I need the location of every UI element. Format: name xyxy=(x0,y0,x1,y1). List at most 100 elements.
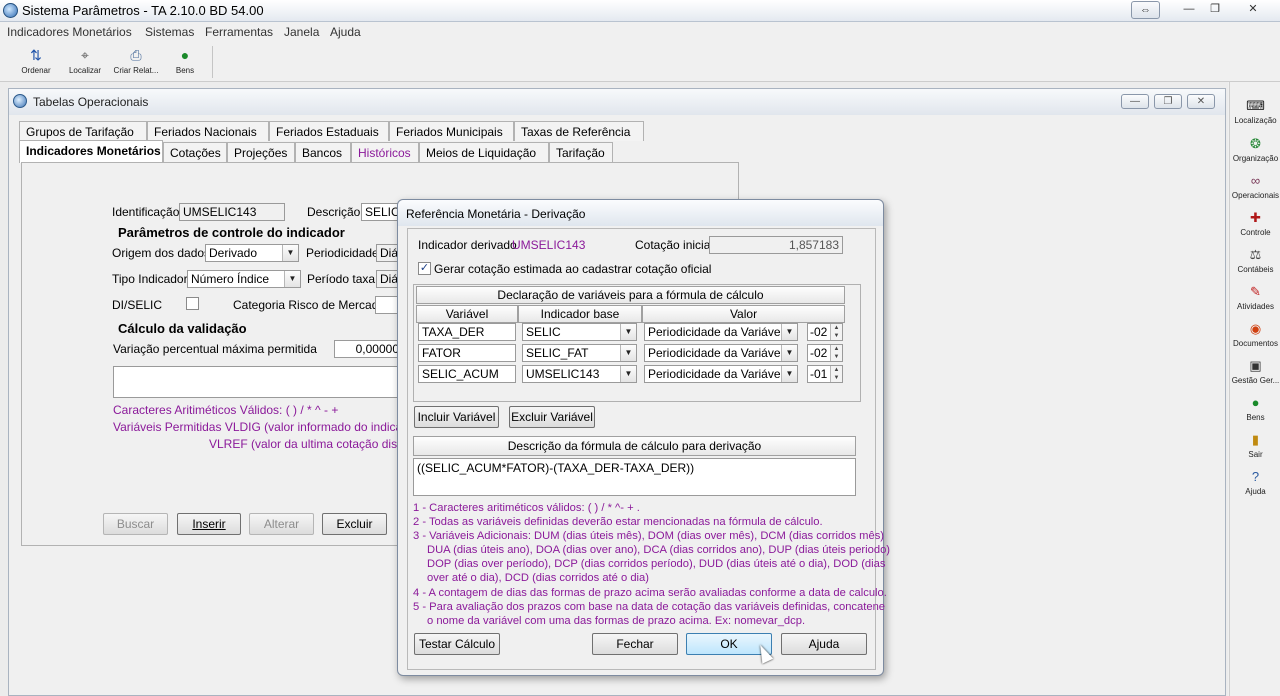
gerar-cotacao-checkbox[interactable]: ✓ xyxy=(418,262,431,275)
spinner-arrows-icon[interactable]: ▲ ▼ xyxy=(830,345,842,361)
chevron-down-icon[interactable]: ▼ xyxy=(284,271,300,287)
ajuda-button[interactable]: Ajuda xyxy=(781,633,867,655)
row2-spinner[interactable]: -02 ▲ ▼ xyxy=(807,344,843,362)
tab-historicos[interactable]: Históricos xyxy=(351,142,419,162)
variacao-field[interactable]: 0,00000 xyxy=(334,340,402,358)
note-line: 3 - Variáveis Adicionais: DUM (dias útei… xyxy=(413,530,885,542)
tab-tarifacao[interactable]: Tarifação xyxy=(549,142,613,162)
sidebar-item-ajuda[interactable]: ? Ajuda xyxy=(1230,469,1280,496)
row1-valor-select[interactable]: Periodicidade da Variável ▼ xyxy=(644,323,798,341)
chevron-down-icon[interactable]: ▼ xyxy=(620,366,636,382)
row2-indicador-select[interactable]: SELIC_FAT ▼ xyxy=(522,344,637,362)
testar-calculo-button[interactable]: Testar Cálculo xyxy=(414,633,500,655)
alterar-button[interactable]: Alterar xyxy=(249,513,314,535)
tipo-label: Tipo Indicador xyxy=(112,272,188,286)
spinner-arrows-icon[interactable]: ▲ ▼ xyxy=(830,366,842,382)
excluir-variavel-button[interactable]: Excluir Variável xyxy=(509,406,595,428)
window-icon xyxy=(13,94,27,108)
tab-feriados-estaduais[interactable]: Feriados Estaduais xyxy=(269,121,389,141)
chevron-down-icon[interactable]: ▼ xyxy=(781,366,797,382)
fechar-button[interactable]: Fechar xyxy=(592,633,678,655)
close-button[interactable]: ✕ xyxy=(1242,1,1264,19)
sidebar-item-controle[interactable]: ✚ Controle xyxy=(1230,210,1280,237)
tab-indicadores-monetarios[interactable]: Indicadores Monetários xyxy=(19,140,163,163)
restore-size-button[interactable]: ⇔ xyxy=(1131,1,1160,19)
tab-feriados-nacionais[interactable]: Feriados Nacionais xyxy=(147,121,269,141)
sidebar-item-sair[interactable]: ▮ Sair xyxy=(1230,432,1280,459)
tab-cotacoes[interactable]: Cotações xyxy=(163,142,227,162)
chevron-down-icon[interactable]: ▼ xyxy=(620,345,636,361)
row3-spinner[interactable]: -01 ▲ ▼ xyxy=(807,365,843,383)
origem-select[interactable]: Derivado ▼ xyxy=(205,244,299,262)
inserir-button[interactable]: Inserir xyxy=(177,513,241,535)
formula-textarea[interactable]: ((SELIC_ACUM*FATOR)-(TAXA_DER-TAXA_DER)) xyxy=(413,458,856,496)
row3-indicador-select[interactable]: UMSELIC143 ▼ xyxy=(522,365,637,383)
sidebar-item-bens[interactable]: ● Bens xyxy=(1230,395,1280,422)
menu-ajuda[interactable]: Ajuda xyxy=(330,25,361,39)
row2-variavel[interactable]: FATOR xyxy=(418,344,516,362)
window-title: Sistema Parâmetros - TA 2.10.0 BD 54.00 xyxy=(22,3,264,18)
tipo-select[interactable]: Número Índice ▼ xyxy=(187,270,301,288)
col-valor: Valor xyxy=(642,305,845,323)
toolbar-label: Criar Relat... xyxy=(113,66,159,75)
minimize-button[interactable]: — xyxy=(1178,1,1200,19)
incluir-variavel-button[interactable]: Incluir Variável xyxy=(414,406,499,428)
row3-valor-select[interactable]: Periodicidade da Variável ▼ xyxy=(644,365,798,383)
desc-field[interactable]: SELIC xyxy=(361,203,401,221)
ident-field[interactable]: UMSELIC143 xyxy=(179,203,285,221)
toolbar-criar-relat-button[interactable]: ⎙ Criar Relat... xyxy=(112,47,160,75)
row2-valor-select[interactable]: Periodicidade da Variável ▼ xyxy=(644,344,798,362)
sidebar-item-contabeis[interactable]: ⚖ Contábeis xyxy=(1230,247,1280,274)
note-line: 5 - Para avaliação dos prazos com base n… xyxy=(413,601,886,613)
chain-icon: ∞ xyxy=(1250,173,1261,188)
sidebar-item-localizacao[interactable]: ⌨ Localização xyxy=(1230,98,1280,125)
sidebar-label: Ajuda xyxy=(1245,487,1266,496)
menu-sistemas[interactable]: Sistemas xyxy=(145,25,194,39)
row1-variavel[interactable]: TAXA_DER xyxy=(418,323,516,341)
right-sidebar: ⌨ Localização ❂ Organização ∞ Operacionais … xyxy=(1229,82,1280,696)
minimize-button[interactable]: — xyxy=(1121,94,1149,109)
diselic-checkbox[interactable] xyxy=(186,297,199,310)
close-button[interactable]: ✕ xyxy=(1187,94,1215,109)
excluir-button[interactable]: Excluir xyxy=(322,513,387,535)
tab-projecoes[interactable]: Projeções xyxy=(227,142,295,162)
indicador-derivado-label: Indicador derivado xyxy=(418,238,517,252)
chevron-down-icon[interactable]: ▼ xyxy=(781,324,797,340)
row1-indicador-select[interactable]: SELIC ▼ xyxy=(522,323,637,341)
menu-janela[interactable]: Janela xyxy=(284,25,319,39)
gerar-cotacao-label: Gerar cotação estimada ao cadastrar cota… xyxy=(434,262,712,276)
tab-grupos-tarifacao[interactable]: Grupos de Tarifação xyxy=(19,121,147,141)
maximize-button[interactable]: ❐ xyxy=(1204,1,1226,19)
cotacao-inicial-field[interactable]: 1,857183 xyxy=(709,236,843,254)
row3-variavel[interactable]: SELIC_ACUM xyxy=(418,365,516,383)
tab-feriados-municipais[interactable]: Feriados Municipais xyxy=(389,121,514,141)
sidebar-item-organizacao[interactable]: ❂ Organização xyxy=(1230,136,1280,163)
validacao-formula-field[interactable] xyxy=(113,366,403,398)
row1-spinner[interactable]: -02 ▲ ▼ xyxy=(807,323,843,341)
tab-meios-liquidacao[interactable]: Meios de Liquidação xyxy=(419,142,549,162)
chevron-down-icon[interactable]: ▼ xyxy=(282,245,298,261)
toolbar-bens-button[interactable]: ● Bens xyxy=(162,47,208,75)
sidebar-item-documentos[interactable]: ◉ Documentos xyxy=(1230,321,1280,348)
menu-indicadores[interactable]: Indicadores Monetários xyxy=(7,25,132,39)
toolbar-ordenar-button[interactable]: ⇅ Ordenar xyxy=(13,47,59,75)
menu-bar: Indicadores Monetários Sistemas Ferramen… xyxy=(0,22,1280,42)
tab-taxas-referencia[interactable]: Taxas de Referência xyxy=(514,121,644,141)
tab-bancos[interactable]: Bancos xyxy=(295,142,351,162)
maximize-button[interactable]: ❐ xyxy=(1154,94,1182,109)
toolbar-localizar-button[interactable]: ⌖ Localizar xyxy=(62,47,108,75)
buscar-button[interactable]: Buscar xyxy=(103,513,168,535)
chevron-down-icon[interactable]: ▼ xyxy=(620,324,636,340)
sidebar-item-atividades[interactable]: ✎ Atividades xyxy=(1230,284,1280,311)
chevron-down-icon[interactable]: ▼ xyxy=(781,345,797,361)
menu-ferramentas[interactable]: Ferramentas xyxy=(205,25,273,39)
control-icon: ✚ xyxy=(1250,210,1261,225)
sidebar-label: Gestão Ger... xyxy=(1231,376,1280,385)
document-icon: ◉ xyxy=(1249,321,1262,336)
variaveis-hint: Variáveis Permitidas VLDIG (valor inform… xyxy=(113,420,424,434)
spinner-arrows-icon[interactable]: ▲ ▼ xyxy=(830,324,842,340)
categoria-label: Categoria Risco de Mercado xyxy=(233,298,386,312)
sidebar-item-operacionais[interactable]: ∞ Operacionais xyxy=(1230,173,1280,200)
sort-az-icon: ⇅ xyxy=(30,47,42,63)
sidebar-item-gestao[interactable]: ▣ Gestão Ger... xyxy=(1230,358,1280,385)
